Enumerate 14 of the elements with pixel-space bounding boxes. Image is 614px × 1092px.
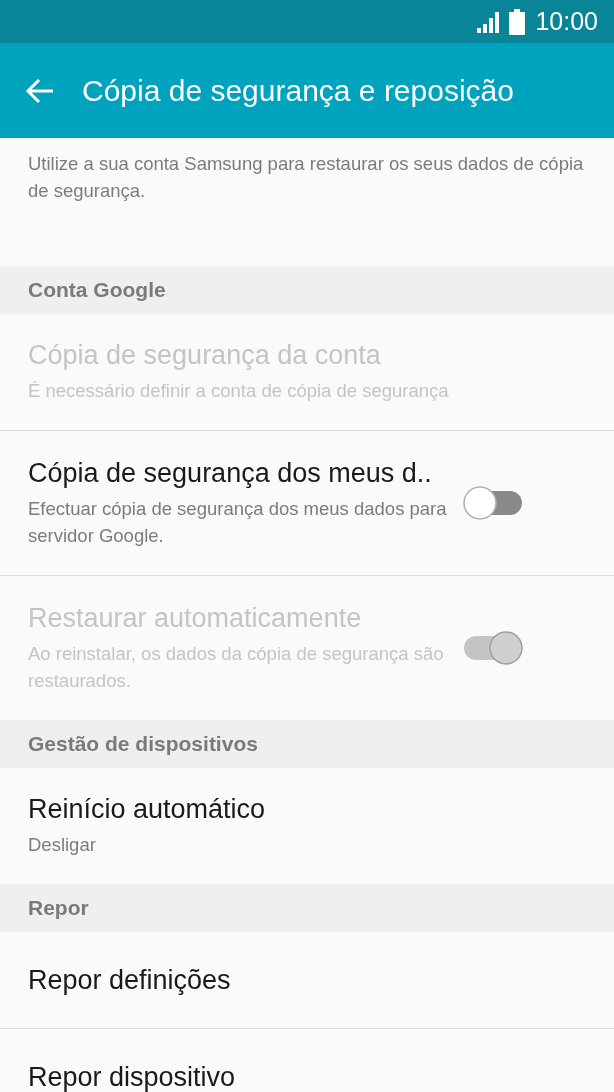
battery-icon [509,8,526,35]
setting-description: Utilize a sua conta Samsung para restaurar os seus dados de cópia de segurança. [28,152,585,203]
setting-description: Efectuar cópia de segurança dos meus dados para servidor Google. [28,496,448,548]
setting-title: Cópia de segurança dos meus d.. [28,457,433,489]
clock: 10:00 [535,7,598,36]
section-header: Repor [28,896,89,920]
setting-title: Reinício automático [28,794,267,825]
section-header: Gestão de dispositivos [28,732,258,756]
screen-title: Cópia de segurança e reposição [82,73,514,108]
setting-title: Repor definições [28,964,232,996]
setting-description: Desligar [28,833,97,857]
setting-title: Repor dispositivo [28,1061,237,1092]
signal-icon [475,10,500,33]
section-header: Conta Google [28,278,166,302]
